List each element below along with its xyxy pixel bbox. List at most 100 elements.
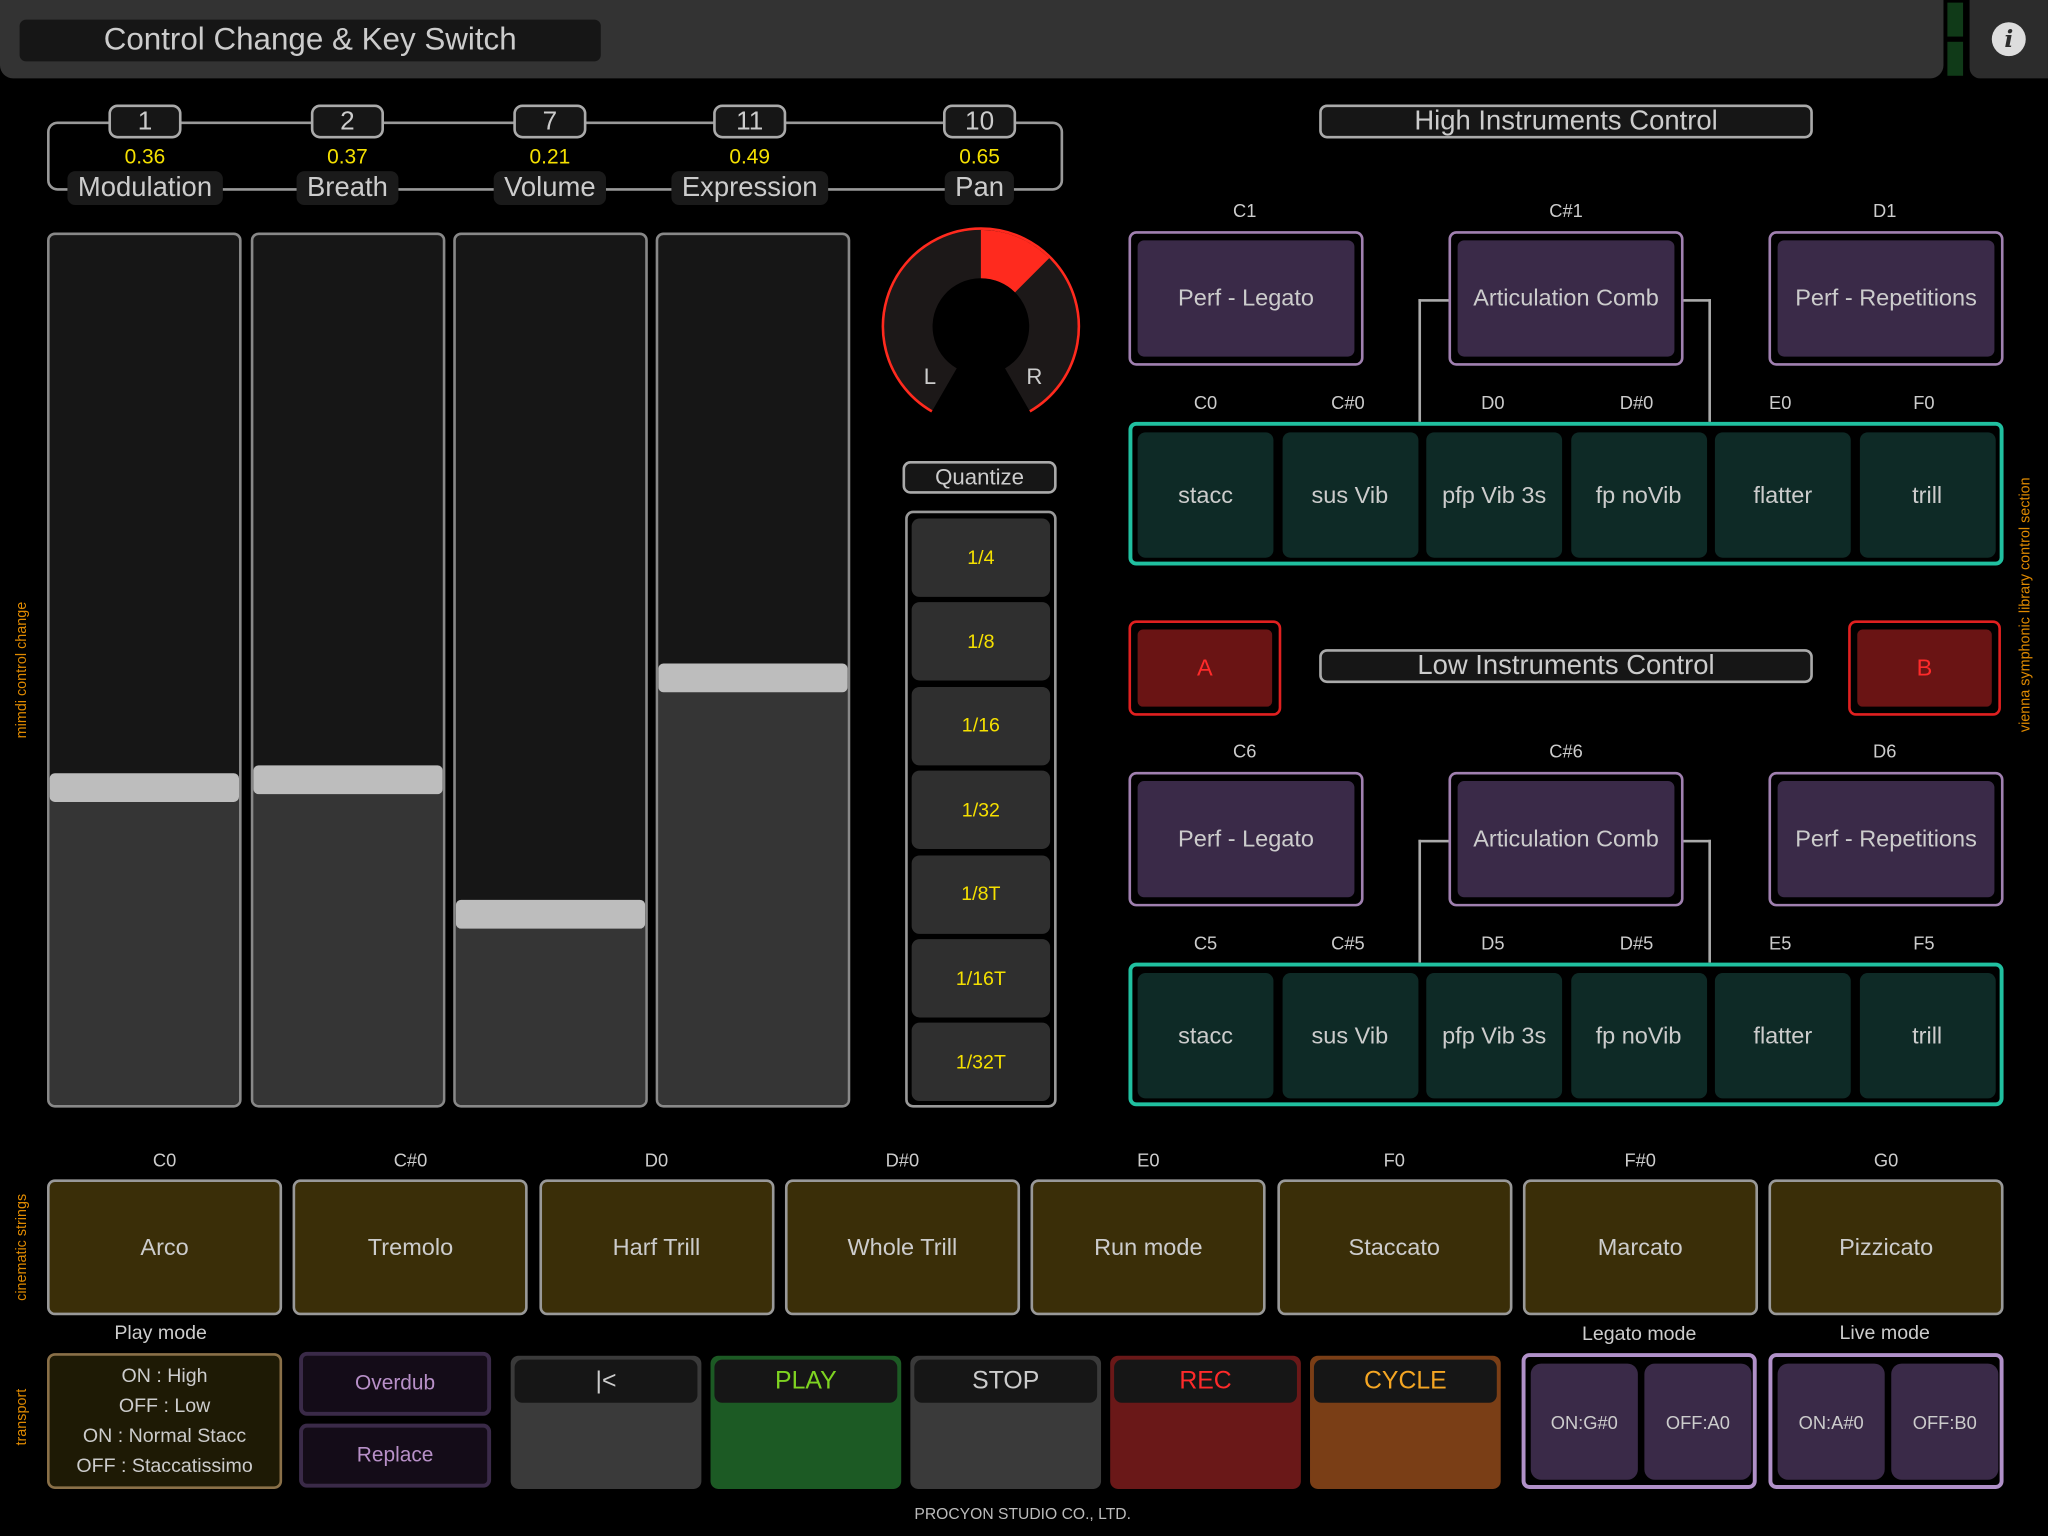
live-mode-panel: ON:A#0 OFF:B0 (1768, 1353, 2004, 1489)
cc-label: Breath (296, 171, 399, 206)
quantize-option[interactable]: 1/16 (911, 686, 1051, 766)
articulation-button[interactable]: stacc (1137, 432, 1274, 558)
articulation-button[interactable]: pfp Vib 3s (1426, 973, 1563, 1099)
cc-value: 0.65 (959, 146, 1000, 169)
cc-value: 0.36 (124, 146, 166, 169)
info-button[interactable]: i (1969, 0, 2048, 79)
pan-knob[interactable]: LR (875, 222, 1087, 431)
live-off-button[interactable]: OFF:B0 (1891, 1363, 1999, 1480)
cc-number: 11 (713, 104, 787, 139)
fader-handle[interactable] (49, 773, 240, 803)
perf-button-label: Perf - Legato (1137, 781, 1355, 898)
note-label: C#1 (1549, 199, 1583, 221)
note-label: C6 (1233, 740, 1257, 762)
keyswitch-button[interactable]: Staccato (1276, 1179, 1512, 1316)
perf-button[interactable]: Perf - Repetitions (1768, 771, 2004, 907)
fader-handle[interactable] (658, 664, 848, 693)
note-label: E0 (1769, 391, 1792, 413)
perf-button[interactable]: Articulation Comb (1448, 231, 1684, 366)
keyswitch-button[interactable]: Run mode (1030, 1179, 1266, 1316)
cc-number: 1 (108, 104, 182, 139)
transport-rewind-button[interactable]: |< (510, 1355, 702, 1489)
quantize-option[interactable]: 1/32T (911, 1023, 1051, 1102)
keyswitch-button[interactable]: Tremolo (292, 1179, 529, 1316)
articulation-button[interactable]: pfp Vib 3s (1426, 432, 1563, 558)
quantize-option[interactable]: 1/4 (911, 518, 1051, 597)
quantize-option[interactable]: 1/32 (911, 770, 1051, 850)
pan-right-label: R (1026, 364, 1042, 389)
legato-on-button[interactable]: ON:G#0 (1530, 1363, 1638, 1480)
articulation-button[interactable]: flatter (1714, 973, 1851, 1099)
fader-handle[interactable] (455, 899, 646, 929)
quantize-label: Quantize (902, 461, 1057, 494)
articulation-button[interactable]: trill (1859, 432, 1996, 558)
note-label: E0 (1137, 1149, 1160, 1171)
note-label: C#6 (1549, 740, 1583, 762)
fader-handle[interactable] (253, 765, 443, 794)
replace-button[interactable]: Replace (299, 1423, 492, 1488)
note-label: C#0 (393, 1149, 428, 1171)
articulation-button[interactable]: fp noVib (1570, 432, 1707, 558)
articulation-button[interactable]: fp noVib (1570, 973, 1707, 1099)
cc-value: 0.21 (529, 146, 571, 169)
a-button[interactable]: A (1128, 620, 1282, 716)
keyswitch-button[interactable]: Pizzicato (1768, 1179, 2004, 1316)
fader-breath[interactable] (250, 232, 446, 1108)
perf-button[interactable]: Articulation Comb (1448, 771, 1684, 907)
side-label-cc: mimdi control change (14, 601, 31, 739)
keyswitch-button[interactable]: Arco (47, 1179, 283, 1316)
connector-line (1418, 839, 1450, 963)
transport-stop-button[interactable]: STOP (910, 1355, 1102, 1489)
articulation-button[interactable]: stacc (1137, 973, 1274, 1099)
perf-button-label: Perf - Repetitions (1777, 781, 1995, 898)
quantize-option[interactable]: 1/16T (911, 939, 1051, 1018)
note-label: C0 (1193, 391, 1218, 413)
a-label: A (1137, 629, 1273, 707)
play-mode-label: Play mode (114, 1321, 207, 1344)
b-button[interactable]: B (1848, 620, 2001, 716)
articulation-button[interactable]: trill (1859, 973, 1996, 1099)
articulation-button[interactable]: sus Vib (1281, 432, 1418, 558)
perf-button[interactable]: Perf - Legato (1128, 771, 1364, 907)
transport-play-button[interactable]: PLAY (710, 1355, 902, 1489)
note-label: C5 (1193, 932, 1218, 954)
keyswitch-button[interactable]: Whole Trill (784, 1179, 1020, 1316)
transport-label: CYCLE (1313, 1359, 1497, 1403)
note-label: F0 (1383, 1149, 1405, 1171)
legato-off-button[interactable]: OFF:A0 (1644, 1363, 1752, 1480)
cc-label: Modulation (67, 171, 223, 206)
cc-value: 0.49 (729, 146, 771, 169)
articulation-button[interactable]: sus Vib (1281, 973, 1418, 1099)
articulation-button[interactable]: flatter (1714, 432, 1851, 558)
side-label-vsl: vienna symphonic library control section (2017, 477, 2034, 733)
perf-button[interactable]: Perf - Repetitions (1768, 231, 2004, 366)
note-label: E5 (1769, 932, 1792, 954)
overdub-button[interactable]: Overdub (299, 1351, 492, 1416)
fader-fill (49, 787, 240, 1105)
connector-line (1680, 839, 1711, 963)
cc-number: 10 (943, 104, 1017, 139)
connector-line (1418, 299, 1450, 422)
transport-cycle-button[interactable]: CYCLE (1310, 1355, 1501, 1489)
perf-button[interactable]: Perf - Legato (1128, 231, 1364, 366)
live-on-button[interactable]: ON:A#0 (1777, 1363, 1885, 1480)
play-mode-toggle[interactable]: ON : High OFF : Low ON : Normal Stacc OFF :… (47, 1353, 283, 1489)
fader-fill (455, 913, 646, 1105)
legato-mode-panel: ON:G#0 OFF:A0 (1521, 1353, 1757, 1489)
keyswitch-button[interactable]: Harf Trill (538, 1179, 774, 1316)
articulation-group: stacc sus Vib pfp Vib 3s fp noVib flatter tri… (1128, 962, 2004, 1107)
transport-label: REC (1114, 1359, 1297, 1403)
transport-label: STOP (914, 1359, 1098, 1403)
transport-rec-button[interactable]: REC (1110, 1355, 1301, 1489)
play-mode-line: ON : High (121, 1364, 208, 1388)
quantize-option[interactable]: 1/8 (911, 602, 1051, 681)
fader-modulation[interactable] (47, 232, 242, 1108)
cc-label: Expression (671, 171, 828, 206)
keyswitch-button[interactable]: Marcato (1522, 1179, 1758, 1316)
note-label: F5 (1913, 932, 1935, 954)
fader-fill (658, 678, 848, 1105)
quantize-option[interactable]: 1/8T (911, 854, 1051, 934)
play-mode-line: OFF : Staccatissimo (76, 1454, 253, 1478)
fader-expression[interactable] (655, 232, 851, 1108)
fader-volume[interactable] (453, 232, 648, 1108)
